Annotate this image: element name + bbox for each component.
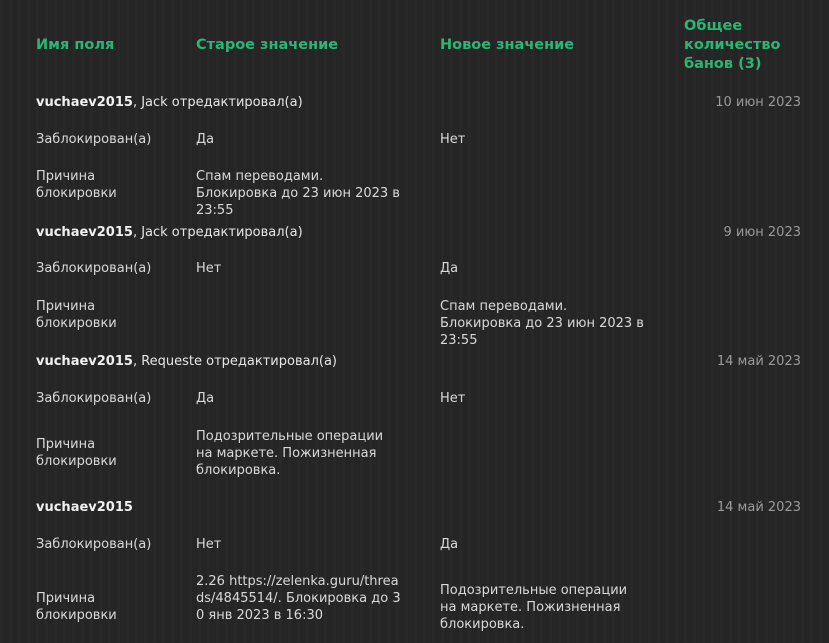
editor-line: vuchaev2015, Requeste отредактировал(а): [36, 354, 337, 369]
column-header-field: Имя поля: [36, 37, 115, 53]
old-value: Подозрительные операции на маркете. Пожи…: [196, 429, 384, 478]
field-name: Причина блокировки: [36, 299, 117, 331]
field-name: Причина блокировки: [36, 591, 117, 623]
entry-date: 14 май 2023: [716, 499, 801, 515]
new-value: Да: [440, 537, 459, 552]
history-entry-header: vuchaev2015 14 май 2023: [36, 497, 801, 517]
field-name: Заблокирован(а): [36, 132, 152, 147]
entry-date: 14 май 2023: [716, 353, 801, 369]
username-link[interactable]: vuchaev2015: [36, 95, 133, 110]
old-value: Спам переводами. Блокировка до 23 июн 20…: [196, 169, 400, 218]
edit-action-text: , Jack отредактировал(а): [132, 224, 303, 240]
history-entry-header: vuchaev2015, Jack отредактировал(а) 9 ию…: [36, 222, 801, 242]
new-value: Да: [440, 261, 459, 276]
field-name: Заблокирован(а): [36, 261, 152, 276]
history-entry-header: vuchaev2015, Jack отредактировал(а) 10 и…: [36, 92, 801, 112]
editor-line: vuchaev2015, Jack отредактировал(а): [36, 95, 303, 110]
field-name: Причина блокировки: [36, 437, 117, 469]
new-value: Нет: [440, 132, 466, 147]
editor-line: vuchaev2015: [36, 500, 133, 515]
old-value: 2.26 https://zelenka.guru/threads/484551…: [196, 574, 401, 623]
column-header-new-value: Новое значение: [440, 37, 575, 53]
new-value: Нет: [440, 391, 466, 406]
username-link[interactable]: vuchaev2015: [36, 500, 133, 515]
edit-action-text: , Jack отредактировал(а): [132, 94, 303, 110]
username-link[interactable]: vuchaev2015: [36, 354, 133, 369]
edit-action-text: , Requeste отредактировал(а): [132, 353, 337, 369]
field-name: Заблокирован(а): [36, 537, 152, 552]
entry-date: 10 июн 2023: [715, 94, 801, 110]
field-name: Причина блокировки: [36, 169, 117, 201]
old-value: Да: [196, 132, 215, 147]
history-entry-header: vuchaev2015, Requeste отредактировал(а) …: [36, 351, 801, 371]
username-link[interactable]: vuchaev2015: [36, 225, 133, 240]
old-value: Нет: [196, 537, 222, 552]
ban-history-panel: Имя поля Старое значение Новое значение …: [0, 0, 829, 643]
field-name: Заблокирован(а): [36, 391, 152, 406]
old-value: Да: [196, 391, 215, 406]
column-header-old-value: Старое значение: [196, 37, 339, 53]
old-value: Нет: [196, 261, 222, 276]
editor-line: vuchaev2015, Jack отредактировал(а): [36, 225, 303, 240]
column-header-total-bans: Общее количество банов (3): [684, 18, 781, 72]
new-value: Спам переводами. Блокировка до 23 июн 20…: [440, 299, 644, 348]
new-value: Подозрительные операции на маркете. Пожи…: [440, 583, 628, 632]
entry-date: 9 июн 2023: [723, 224, 801, 240]
